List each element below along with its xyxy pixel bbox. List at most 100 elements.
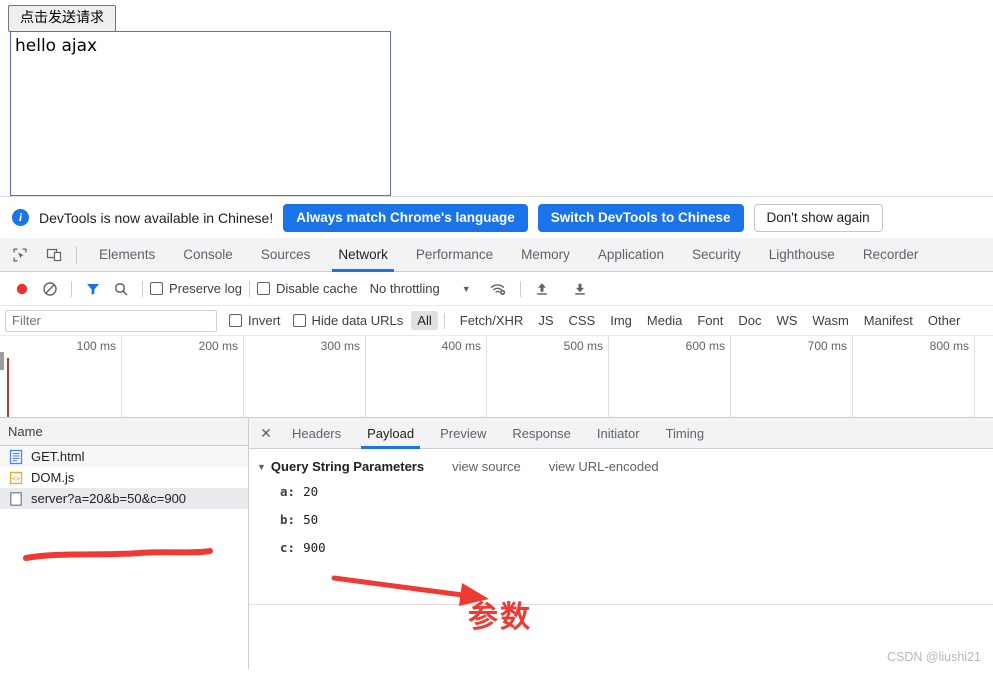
- throttling-select[interactable]: No throttling ▼: [370, 281, 471, 296]
- dont-show-again-button[interactable]: Don't show again: [753, 203, 883, 232]
- overview-tick-label: 600 ms: [685, 339, 725, 353]
- always-match-language-button[interactable]: Always match Chrome's language: [283, 203, 528, 232]
- query-param-row: a: 20: [249, 481, 993, 502]
- tab-elements[interactable]: Elements: [85, 238, 169, 272]
- query-param-key: b:: [280, 512, 296, 527]
- request-list: Name GET.html <> DOM.js server?a=20&b=50…: [0, 418, 249, 669]
- notification-message: DevTools is now available in Chinese!: [39, 209, 274, 226]
- tab-memory[interactable]: Memory: [507, 238, 584, 272]
- svg-text:<>: <>: [11, 474, 21, 483]
- tab-application[interactable]: Application: [584, 238, 678, 272]
- payload-section-divider: [249, 604, 993, 605]
- inspect-element-icon[interactable]: [6, 241, 34, 269]
- column-header-name[interactable]: Name: [0, 418, 248, 446]
- tab-sources[interactable]: Sources: [247, 238, 325, 272]
- hide-data-urls-box: [292, 314, 306, 327]
- tab-performance[interactable]: Performance: [402, 238, 507, 272]
- generic-file-icon: [8, 491, 24, 507]
- tab-console[interactable]: Console: [169, 238, 247, 272]
- invert-checkbox[interactable]: Invert: [229, 313, 281, 328]
- record-icon[interactable]: [8, 276, 36, 302]
- toolbar-divider-1: [71, 280, 72, 297]
- chevron-down-icon: ▼: [461, 283, 471, 294]
- chevron-down-icon[interactable]: ▼: [257, 462, 266, 472]
- query-string-section-header[interactable]: ▼ Query String Parameters view source vi…: [249, 459, 993, 474]
- search-icon[interactable]: [107, 276, 135, 302]
- detail-tab-payload[interactable]: Payload: [354, 418, 427, 449]
- send-request-button[interactable]: 点击发送请求: [8, 5, 116, 32]
- devtools-tabbar: Elements Console Sources Network Perform…: [0, 238, 993, 272]
- overview-tick-label: 700 ms: [807, 339, 847, 353]
- filter-type-ws[interactable]: WS: [770, 311, 803, 330]
- filter-type-font[interactable]: Font: [691, 311, 729, 330]
- script-icon: <>: [8, 470, 24, 486]
- detail-tab-headers[interactable]: Headers: [279, 418, 354, 449]
- overview-tick-label: 800 ms: [929, 339, 969, 353]
- overview-tick-label: 300 ms: [320, 339, 360, 353]
- tab-recorder[interactable]: Recorder: [849, 238, 933, 272]
- tabbar-divider: [76, 245, 77, 264]
- toolbar-divider-4: [519, 280, 521, 297]
- tab-lighthouse[interactable]: Lighthouse: [755, 238, 849, 272]
- toolbar-divider-3: [248, 280, 250, 297]
- close-icon[interactable]: ✕: [253, 418, 279, 449]
- detail-tab-preview[interactable]: Preview: [427, 418, 499, 449]
- detail-tab-timing[interactable]: Timing: [653, 418, 718, 449]
- overview-tick-label: 100 ms: [76, 339, 116, 353]
- toolbar-divider-2: [142, 280, 143, 297]
- preserve-log-box: [150, 282, 163, 295]
- annotation-label: 参数: [468, 600, 532, 635]
- filter-type-img[interactable]: Img: [604, 311, 638, 330]
- filter-type-wasm[interactable]: Wasm: [806, 311, 854, 330]
- table-row[interactable]: server?a=20&b=50&c=900: [0, 488, 248, 509]
- filter-type-other[interactable]: Other: [922, 311, 967, 330]
- table-row[interactable]: GET.html: [0, 446, 248, 467]
- invert-box: [229, 314, 242, 327]
- filter-type-css[interactable]: CSS: [563, 311, 602, 330]
- filter-type-media[interactable]: Media: [641, 311, 688, 330]
- view-url-encoded-link[interactable]: view URL-encoded: [549, 459, 659, 474]
- preserve-log-checkbox[interactable]: Preserve log: [150, 281, 242, 296]
- filter-input[interactable]: [5, 309, 217, 332]
- detail-tabbar: ✕ Headers Payload Preview Response Initi…: [249, 418, 993, 449]
- filter-type-all[interactable]: All: [411, 311, 438, 330]
- query-param-row: b: 50: [249, 509, 993, 530]
- hide-data-urls-checkbox[interactable]: Hide data URLs: [292, 313, 404, 328]
- hide-data-urls-label: Hide data URLs: [311, 313, 404, 328]
- devtools-language-notification: i DevTools is now available in Chinese! …: [0, 196, 993, 238]
- detail-tab-response[interactable]: Response: [499, 418, 584, 449]
- query-string-title: Query String Parameters: [270, 459, 425, 474]
- request-name: GET.html: [31, 449, 85, 464]
- tab-network[interactable]: Network: [324, 238, 402, 272]
- query-param-key: c:: [280, 540, 296, 555]
- disable-cache-checkbox[interactable]: Disable cache: [256, 281, 358, 296]
- switch-devtools-chinese-button[interactable]: Switch DevTools to Chinese: [537, 203, 744, 232]
- info-icon: i: [12, 209, 29, 226]
- view-source-link[interactable]: view source: [452, 459, 521, 474]
- filter-icon[interactable]: [79, 276, 107, 302]
- disable-cache-label: Disable cache: [275, 281, 358, 296]
- invert-label: Invert: [248, 313, 281, 328]
- wifi-settings-icon[interactable]: [485, 276, 513, 302]
- detail-tab-initiator[interactable]: Initiator: [584, 418, 653, 449]
- throttling-value: No throttling: [369, 281, 440, 296]
- import-har-icon[interactable]: [528, 276, 556, 302]
- filterbar-divider: [443, 312, 445, 329]
- query-param-key: a:: [280, 484, 296, 499]
- device-toolbar-icon[interactable]: [40, 241, 68, 269]
- export-har-icon[interactable]: [566, 276, 594, 302]
- query-param-value: 50: [303, 512, 319, 527]
- table-row[interactable]: <> DOM.js: [0, 467, 248, 488]
- payload-content: ▼ Query String Parameters view source vi…: [249, 449, 993, 605]
- request-name: server?a=20&b=50&c=900: [31, 491, 187, 506]
- filter-type-js[interactable]: JS: [532, 311, 559, 330]
- network-overview-timeline[interactable]: 100 ms 200 ms 300 ms 400 ms 500 ms 600 m…: [0, 336, 993, 418]
- clear-icon[interactable]: [36, 276, 64, 302]
- network-toolbar: Preserve log Disable cache No throttling…: [0, 272, 993, 306]
- filter-type-fetch-xhr[interactable]: Fetch/XHR: [454, 311, 530, 330]
- request-name: DOM.js: [31, 470, 75, 485]
- filter-type-doc[interactable]: Doc: [732, 311, 767, 330]
- network-filterbar: Invert Hide data URLs All Fetch/XHR JS C…: [0, 306, 993, 336]
- filter-type-manifest[interactable]: Manifest: [858, 311, 919, 330]
- tab-security[interactable]: Security: [678, 238, 755, 272]
